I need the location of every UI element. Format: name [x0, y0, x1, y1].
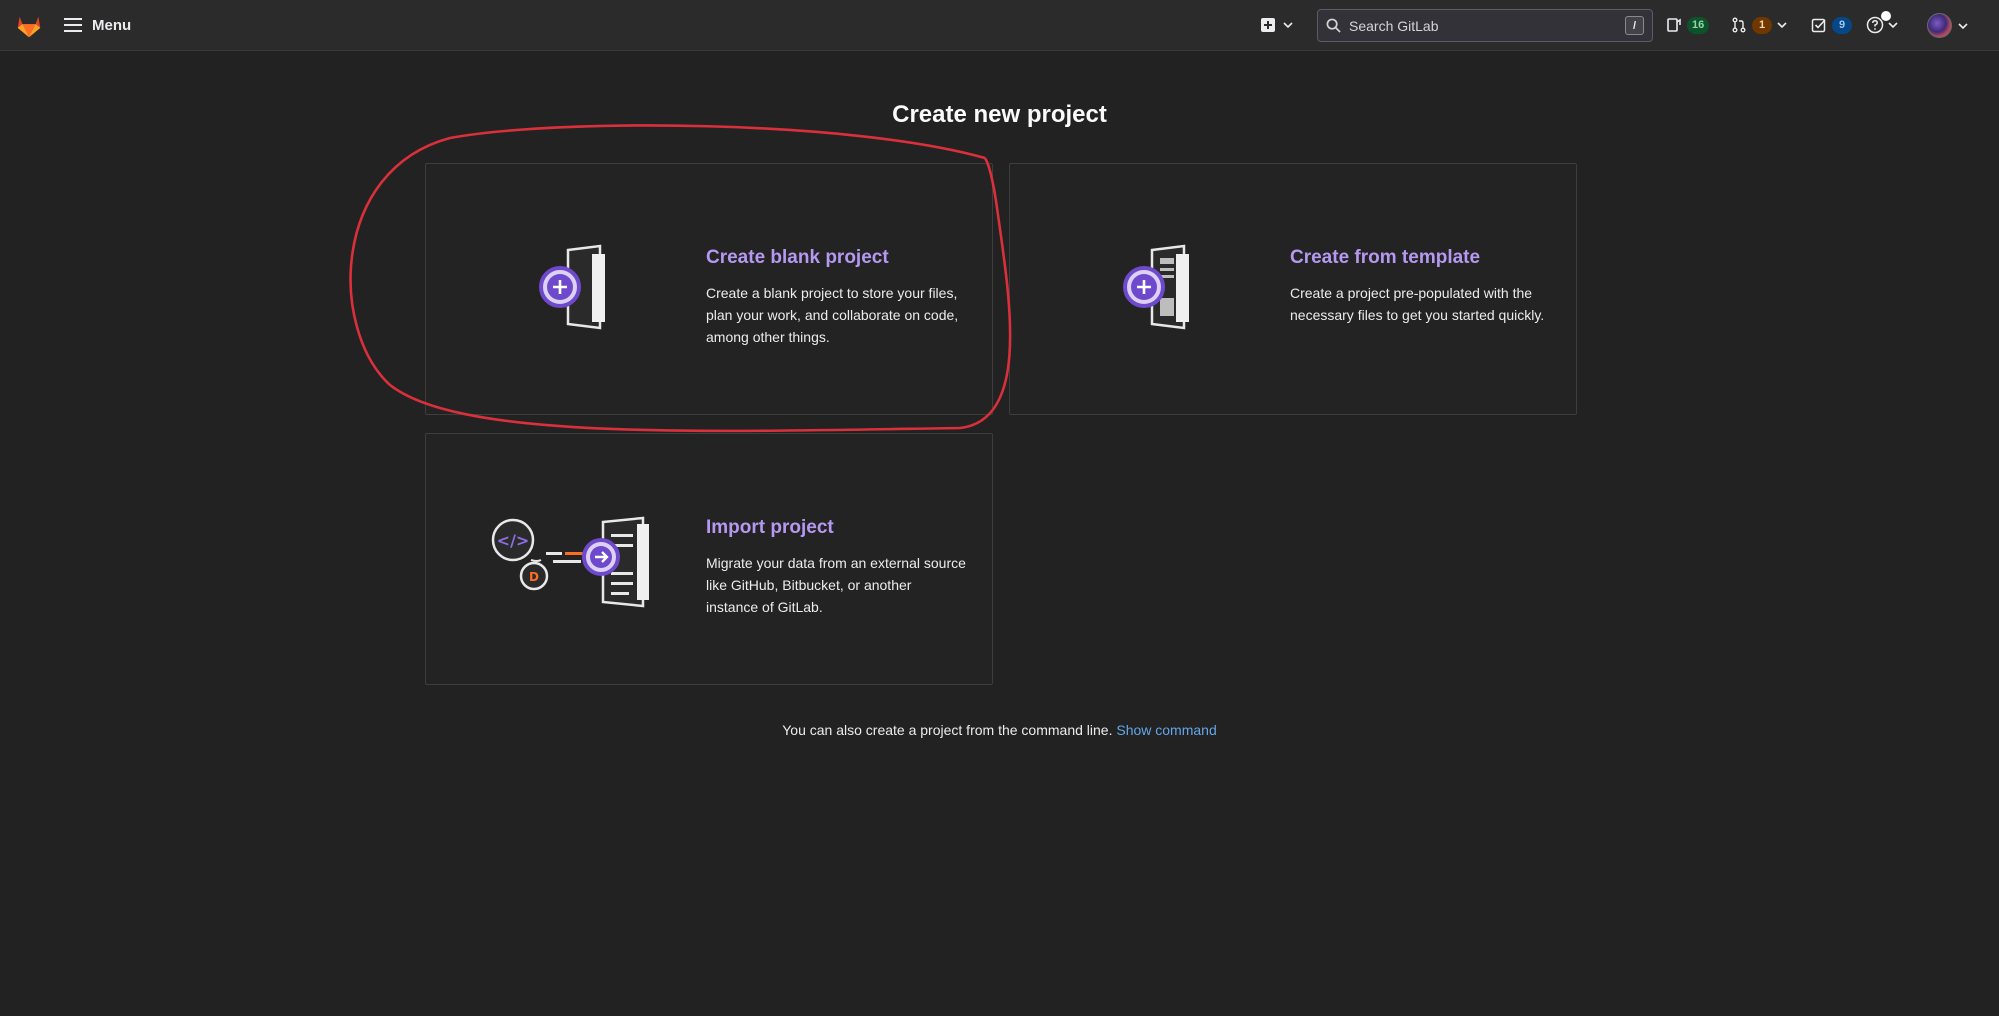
import-card-text: Import project Migrate your data from an… — [706, 517, 966, 618]
todos-button[interactable]: 9 — [1811, 14, 1852, 36]
template-card-title: Create from template — [1290, 247, 1481, 268]
svg-text:</>: </> — [497, 531, 530, 550]
blank-project-illustration-icon — [539, 244, 605, 330]
main-menu-button[interactable]: Menu — [64, 13, 131, 37]
template-card-description: Create a project pre-populated with the … — [1290, 285, 1545, 323]
avatar — [1927, 13, 1952, 38]
notification-dot — [1881, 11, 1891, 21]
page-title: Create new project — [892, 101, 1107, 128]
user-menu-dropdown[interactable] — [1927, 12, 1968, 39]
chevron-down-icon — [1888, 22, 1898, 29]
chevron-down-icon — [1777, 22, 1787, 29]
search-icon — [1326, 18, 1341, 33]
merge-requests-button[interactable]: 1 — [1731, 14, 1787, 36]
show-command-link[interactable]: Show command — [1116, 722, 1216, 738]
create-blank-project-card[interactable]: Create blank project Create a blank proj… — [425, 163, 993, 415]
import-project-illustration-icon: </> D — [491, 516, 649, 608]
cli-hint: You can also create a project from the c… — [0, 722, 1999, 738]
new-item-dropdown[interactable] — [1260, 14, 1293, 36]
issues-button[interactable]: 16 — [1666, 14, 1710, 36]
import-card-title: Import project — [706, 517, 834, 538]
import-card-description: Migrate your data from an external sourc… — [706, 555, 966, 615]
annotation-circle — [349, 124, 1012, 433]
plus-square-icon — [1261, 18, 1275, 32]
todos-count-badge: 9 — [1832, 16, 1852, 34]
issues-icon — [1667, 18, 1681, 32]
issues-count-badge: 16 — [1687, 16, 1710, 34]
create-from-template-card[interactable]: Create from template Create a project pr… — [1009, 163, 1577, 415]
search-shortcut-key: / — [1625, 16, 1644, 35]
hamburger-icon — [64, 18, 82, 32]
blank-card-text: Create blank project Create a blank proj… — [706, 247, 966, 348]
chevron-down-icon — [1958, 22, 1968, 29]
top-navigation-bar: Menu Search GitLab / 16 1 9 — [0, 0, 1999, 51]
template-card-text: Create from template Create a project pr… — [1290, 247, 1550, 326]
svg-text:D: D — [529, 570, 539, 584]
gitlab-logo-icon[interactable] — [14, 10, 44, 40]
search-placeholder: Search GitLab — [1349, 17, 1439, 34]
chevron-down-icon — [1283, 22, 1293, 29]
cli-hint-text: You can also create a project from the c… — [782, 722, 1113, 738]
blank-card-description: Create a blank project to store your fil… — [706, 285, 959, 345]
template-project-illustration-icon — [1123, 244, 1189, 330]
blank-card-title: Create blank project — [706, 247, 889, 268]
app-window: Menu Search GitLab / 16 1 9 Create new p… — [0, 0, 1999, 1019]
menu-label: Menu — [92, 16, 132, 34]
merge-request-icon — [1732, 17, 1746, 33]
merge-requests-count-badge: 1 — [1752, 16, 1772, 34]
import-project-card[interactable]: </> D Import project Migrate your data f… — [425, 433, 993, 685]
search-input[interactable]: Search GitLab / — [1317, 9, 1653, 42]
todo-check-icon — [1811, 18, 1826, 33]
